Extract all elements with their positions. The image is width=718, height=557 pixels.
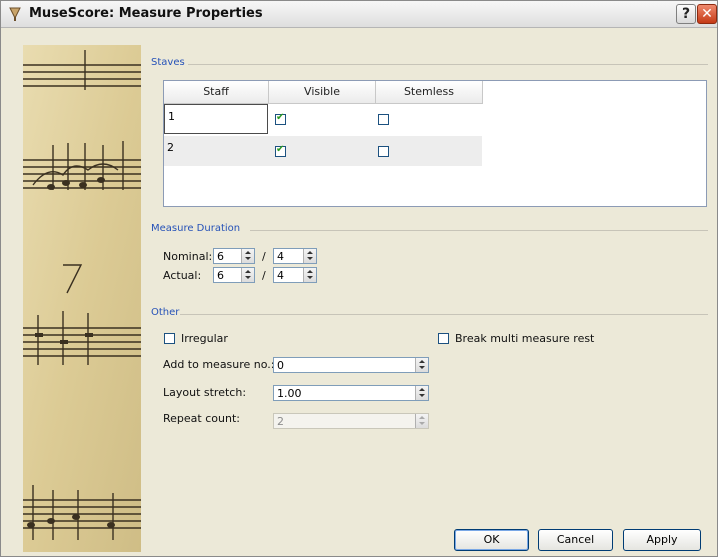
nominal-denominator-spinbox[interactable]: 4 [273,248,317,264]
actual-numerator-value: 6 [217,269,224,282]
actual-numerator-spinbox[interactable]: 6 [213,267,255,283]
ok-button[interactable]: OK [454,529,529,551]
staves-table[interactable]: Staff Visible Stemless 1 2 [163,80,707,207]
measure-properties-dialog: MuseScore: Measure Properties ? ✕ Staves… [0,0,718,557]
visible-checkbox[interactable] [275,112,286,125]
musescore-app-icon [9,7,21,21]
break-multi-measure-rest-checkbox[interactable] [438,333,449,344]
fraction-separator: / [262,250,266,263]
spin-arrows-icon[interactable] [241,268,254,282]
apply-button[interactable]: Apply [623,529,701,551]
sheet-music-side-image [23,45,141,552]
nominal-numerator-value: 6 [217,250,224,263]
layout-stretch-value: 1.00 [277,387,302,400]
spin-arrows-icon[interactable] [241,249,254,263]
spin-arrows-icon[interactable] [303,268,316,282]
spin-arrows-icon[interactable] [303,249,316,263]
stemless-column-header[interactable]: Stemless [376,81,483,104]
table-row[interactable]: 1 [164,104,482,134]
close-button[interactable]: ✕ [697,4,717,24]
fraction-separator: / [262,269,266,282]
measure-duration-group-title: Measure Duration [151,223,241,234]
add-to-measure-label: Add to measure no.: [163,358,275,371]
add-to-measure-value: 0 [277,359,284,372]
spin-arrows-icon[interactable] [415,386,428,400]
repeat-count-value: 2 [277,415,284,428]
repeat-count-label: Repeat count: [163,412,240,425]
irregular-label[interactable]: Irregular [181,332,228,345]
spin-arrows-icon[interactable] [415,358,428,372]
visible-column-header[interactable]: Visible [269,81,376,104]
visible-checkbox[interactable] [275,144,286,157]
window-title: MuseScore: Measure Properties [29,6,263,21]
nominal-denominator-value: 4 [277,250,284,263]
staff-column-header[interactable]: Staff [164,81,269,104]
staves-group-divider [188,64,708,65]
irregular-checkbox[interactable] [164,333,175,344]
table-row[interactable]: 2 [164,136,482,166]
stemless-checkbox[interactable] [378,146,389,157]
cancel-button[interactable]: Cancel [538,529,613,551]
other-group-title: Other [151,307,180,318]
layout-stretch-label: Layout stretch: [163,386,247,399]
help-button[interactable]: ? [676,4,696,24]
measure-duration-group-divider [250,230,708,231]
title-bar[interactable]: MuseScore: Measure Properties ? ✕ [1,1,717,28]
add-to-measure-spinbox[interactable]: 0 [273,357,429,373]
nominal-label: Nominal: [163,250,213,263]
spin-arrows-icon [415,414,428,428]
staff-cell[interactable]: 2 [164,136,268,166]
actual-denominator-value: 4 [277,269,284,282]
layout-stretch-spinbox[interactable]: 1.00 [273,385,429,401]
break-multi-measure-rest-label[interactable]: Break multi measure rest [455,332,594,345]
staff-cell[interactable]: 1 [164,104,268,134]
actual-denominator-spinbox[interactable]: 4 [273,267,317,283]
actual-label: Actual: [163,269,202,282]
repeat-count-spinbox: 2 [273,413,429,429]
other-group-divider [180,314,708,315]
nominal-numerator-spinbox[interactable]: 6 [213,248,255,264]
stemless-checkbox[interactable] [378,114,389,125]
staves-group-title: Staves [151,57,185,68]
